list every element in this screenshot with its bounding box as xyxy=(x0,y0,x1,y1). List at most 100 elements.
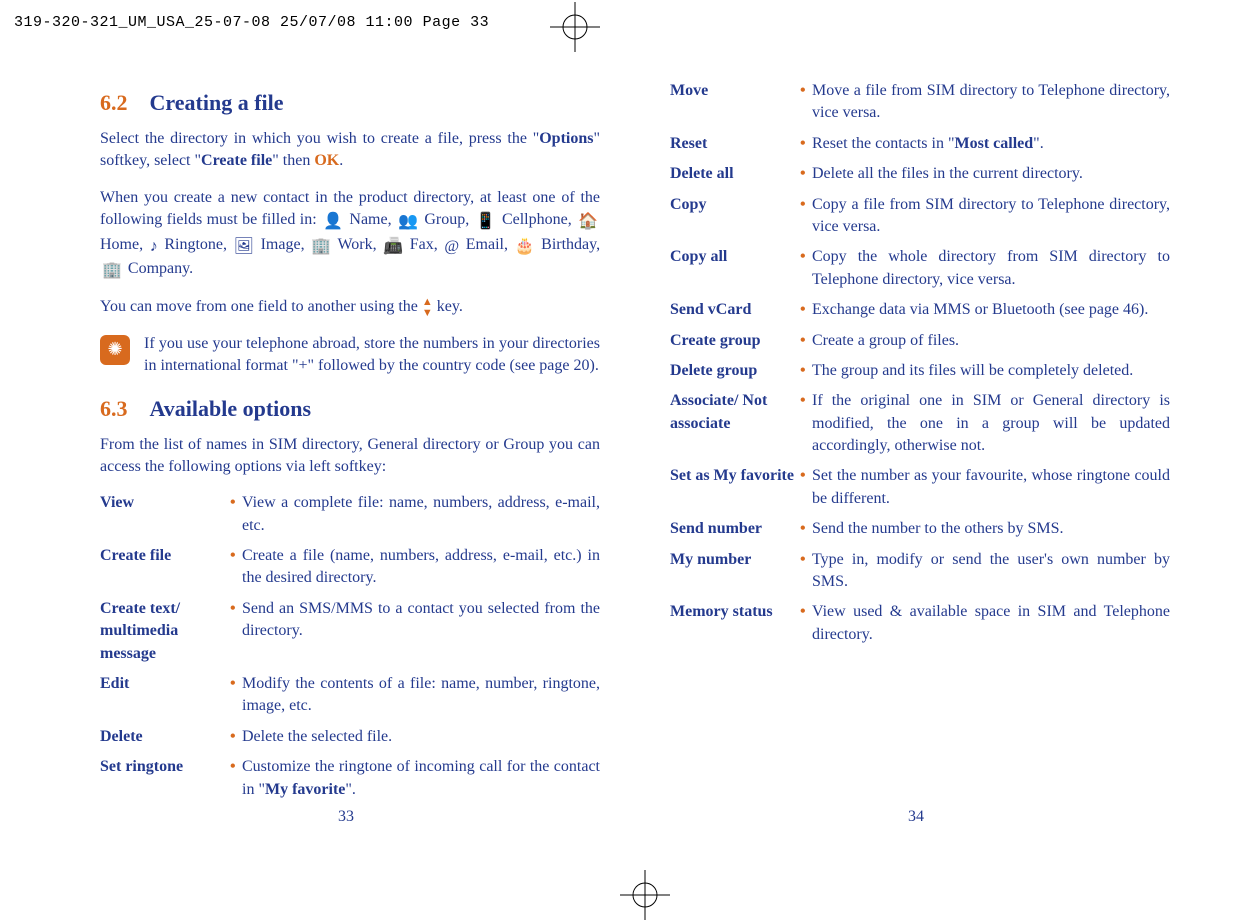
option-memory-status: Memory status • View used & available sp… xyxy=(670,601,1170,646)
field-image: Image, xyxy=(261,236,305,253)
option-label: Send vCard xyxy=(670,299,800,321)
option-desc: Set the number as your favourite, whose … xyxy=(812,465,1170,510)
option-label: Delete group xyxy=(670,360,800,382)
option-reset: Reset • Reset the contacts in "Most call… xyxy=(670,133,1170,155)
option-associate: Associate/ Not associate • If the origin… xyxy=(670,390,1170,457)
bullet-icon: • xyxy=(800,549,812,594)
bullet-icon: • xyxy=(800,601,812,646)
option-create-group: Create group • Create a group of files. xyxy=(670,330,1170,352)
home-icon: 🏠 xyxy=(578,211,598,233)
option-delete-group: Delete group • The group and its files w… xyxy=(670,360,1170,382)
most-called-label: Most called xyxy=(955,135,1034,152)
field-birthday: Birthday, xyxy=(541,236,600,253)
para-fields: When you create a new contact in the pro… xyxy=(100,187,600,283)
section-6-2-title: 6.2 Creating a file xyxy=(100,90,600,116)
option-label: Associate/ Not associate xyxy=(670,390,800,457)
option-desc: Copy a file from SIM directory to Teleph… xyxy=(812,194,1170,239)
option-my-number: My number • Type in, modify or send the … xyxy=(670,549,1170,594)
option-desc: Delete all the files in the current dire… xyxy=(812,163,1170,185)
create-file-label: Create file xyxy=(201,152,272,169)
birthday-icon: 🎂 xyxy=(515,236,535,258)
field-fax: Fax, xyxy=(410,236,438,253)
section-number: 6.2 xyxy=(100,90,128,115)
option-desc: Exchange data via MMS or Bluetooth (see … xyxy=(812,299,1170,321)
field-company: Company. xyxy=(128,260,193,277)
arrow-key-icon: ▲▼ xyxy=(422,297,433,319)
option-desc: Type in, modify or send the user's own n… xyxy=(812,549,1170,594)
page-content: 6.2Creating a file Select the directory … xyxy=(0,80,1247,809)
option-create-text: Create text/ multimedia message • Send a… xyxy=(100,598,600,665)
right-column: Move • Move a file from SIM directory to… xyxy=(650,80,1190,809)
text: Reset the contacts in " xyxy=(812,135,955,152)
option-label: Set as My favorite xyxy=(670,465,800,510)
group-icon: 👥 xyxy=(398,211,418,233)
section-number: 6.3 xyxy=(100,396,128,421)
option-view: View • View a complete file: name, numbe… xyxy=(100,492,600,537)
option-copy-all: Copy all • Copy the whole directory from… xyxy=(670,246,1170,291)
section-name: Creating a file xyxy=(150,90,284,115)
text: ". xyxy=(1033,135,1044,152)
bullet-icon: • xyxy=(230,492,242,537)
option-desc: Move a file from SIM directory to Teleph… xyxy=(812,80,1170,125)
field-name: Name, xyxy=(349,211,391,228)
option-label: Create text/ multimedia message xyxy=(100,598,230,665)
option-desc: Create a file (name, numbers, address, e… xyxy=(242,545,600,590)
option-copy: Copy • Copy a file from SIM directory to… xyxy=(670,194,1170,239)
option-delete: Delete • Delete the selected file. xyxy=(100,726,600,748)
option-label: Copy xyxy=(670,194,800,239)
bullet-icon: • xyxy=(800,330,812,352)
tip-icon: ✺ xyxy=(100,335,130,365)
option-set-ringtone: Set ringtone • Customize the ringtone of… xyxy=(100,756,600,801)
section-6-3-title: 6.3Available options xyxy=(100,396,600,422)
option-edit: Edit • Modify the contents of a file: na… xyxy=(100,673,600,718)
option-label: My number xyxy=(670,549,800,594)
option-delete-all: Delete all • Delete all the files in the… xyxy=(670,163,1170,185)
field-ringtone: Ringtone, xyxy=(164,236,227,253)
option-label: Delete xyxy=(100,726,230,748)
person-icon: 👤 xyxy=(323,211,343,233)
bullet-icon: • xyxy=(800,518,812,540)
option-desc: Delete the selected file. xyxy=(242,726,600,748)
crop-mark-bottom xyxy=(620,870,670,920)
option-label: Create file xyxy=(100,545,230,590)
field-cell: Cellphone, xyxy=(502,211,572,228)
ringtone-icon: ♪ xyxy=(150,236,158,258)
option-label: Reset xyxy=(670,133,800,155)
option-desc: Modify the contents of a file: name, num… xyxy=(242,673,600,718)
option-desc: View used & available space in SIM and T… xyxy=(812,601,1170,646)
option-set-favorite: Set as My favorite • Set the number as y… xyxy=(670,465,1170,510)
bullet-icon: • xyxy=(230,598,242,665)
option-desc: Send the number to the others by SMS. xyxy=(812,518,1170,540)
bullet-icon: • xyxy=(800,299,812,321)
tip-text: If you use your telephone abroad, store … xyxy=(144,333,600,378)
option-desc: Copy the whole directory from SIM direct… xyxy=(812,246,1170,291)
cellphone-icon: 📱 xyxy=(476,211,496,233)
option-desc: Create a group of files. xyxy=(812,330,1170,352)
text: You can move from one field to another u… xyxy=(100,298,422,315)
bullet-icon: • xyxy=(230,756,242,801)
bullet-icon: • xyxy=(800,80,812,125)
ok-label: OK xyxy=(314,152,339,169)
field-home: Home, xyxy=(100,236,143,253)
field-email: Email, xyxy=(466,236,508,253)
field-work: Work, xyxy=(337,236,376,253)
my-favorite-label: My favorite xyxy=(265,781,345,798)
bullet-icon: • xyxy=(800,163,812,185)
option-desc: View a complete file: name, numbers, add… xyxy=(242,492,600,537)
options-table-right: Move • Move a file from SIM directory to… xyxy=(670,80,1170,646)
option-send-vcard: Send vCard • Exchange data via MMS or Bl… xyxy=(670,299,1170,321)
text: " then xyxy=(272,152,314,169)
fax-icon: 📠 xyxy=(383,236,403,258)
bullet-icon: • xyxy=(230,545,242,590)
text: ". xyxy=(345,781,356,798)
company-icon: 🏢 xyxy=(102,260,122,282)
option-send-number: Send number • Send the number to the oth… xyxy=(670,518,1170,540)
options-label: Options xyxy=(539,130,593,147)
options-table-left: View • View a complete file: name, numbe… xyxy=(100,492,600,801)
text: key. xyxy=(433,298,463,315)
option-label: View xyxy=(100,492,230,537)
option-label: Delete all xyxy=(670,163,800,185)
page-number-left: 33 xyxy=(338,808,354,826)
option-label: Send number xyxy=(670,518,800,540)
option-move: Move • Move a file from SIM directory to… xyxy=(670,80,1170,125)
